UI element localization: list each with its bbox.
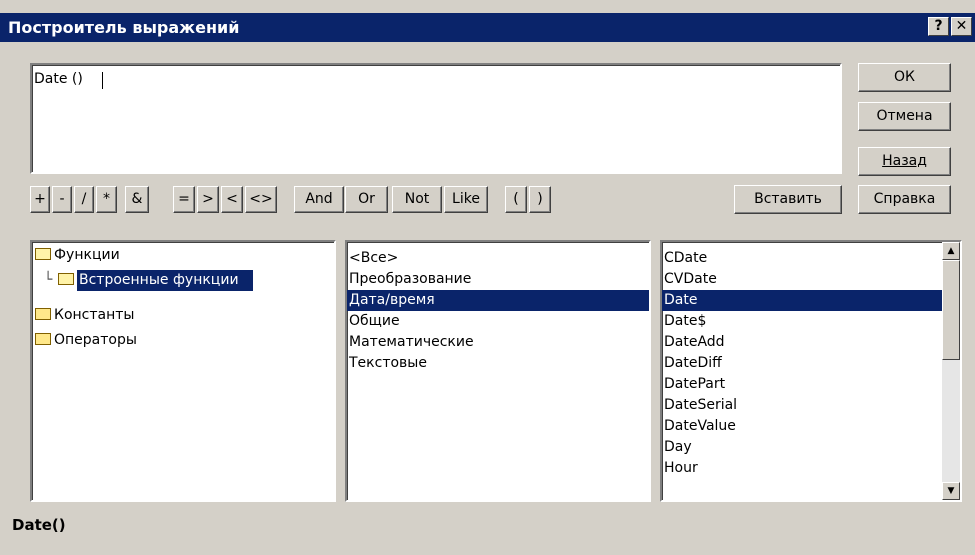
tree-connector: └: [44, 272, 53, 288]
category-item[interactable]: Общие: [347, 311, 649, 332]
folder-icon: [35, 308, 51, 320]
function-list[interactable]: CDate CVDate Date Date$ DateAdd DateDiff…: [660, 240, 962, 502]
category-item[interactable]: Текстовые: [347, 353, 649, 374]
operator-concat-button[interactable]: &: [125, 186, 149, 213]
back-button[interactable]: Назад: [858, 147, 951, 176]
ok-button[interactable]: ОК: [858, 63, 951, 92]
function-item[interactable]: Hour: [662, 458, 942, 479]
operator-not-button[interactable]: Not: [392, 186, 442, 213]
tree-item-builtin-functions[interactable]: Встроенные функции: [58, 270, 253, 291]
category-item[interactable]: <Все>: [347, 248, 649, 269]
folder-tree[interactable]: Функции └ Встроенные функции Константы О…: [30, 240, 336, 502]
operator-and-button[interactable]: And: [294, 186, 344, 213]
scrollbar[interactable]: ▲ ▼: [942, 242, 960, 500]
cancel-button[interactable]: Отмена: [858, 102, 951, 131]
title-bar: Построитель выражений ? ✕: [0, 13, 975, 42]
folder-open-icon: [58, 273, 74, 285]
function-item[interactable]: CDate: [662, 248, 942, 269]
operator-less-button[interactable]: <: [221, 186, 243, 213]
tree-item-functions[interactable]: Функции: [35, 245, 120, 266]
scroll-up-icon[interactable]: ▲: [942, 242, 960, 260]
function-item-selected[interactable]: Date: [662, 290, 942, 311]
operator-plus-button[interactable]: +: [30, 186, 50, 213]
function-item[interactable]: CVDate: [662, 269, 942, 290]
category-item[interactable]: Математические: [347, 332, 649, 353]
help-question-icon[interactable]: ?: [928, 17, 949, 36]
category-item-selected[interactable]: Дата/время: [347, 290, 649, 311]
expression-text[interactable]: Date (): [34, 71, 87, 87]
category-item[interactable]: Преобразование: [347, 269, 649, 290]
function-item[interactable]: Day: [662, 437, 942, 458]
operator-minus-button[interactable]: -: [52, 186, 72, 213]
function-item[interactable]: DateAdd: [662, 332, 942, 353]
scroll-down-icon[interactable]: ▼: [942, 482, 960, 500]
function-item[interactable]: DateValue: [662, 416, 942, 437]
expression-box[interactable]: Date (): [30, 63, 842, 174]
tree-item-operators[interactable]: Операторы: [35, 330, 137, 351]
status-expression: Date(): [12, 516, 66, 534]
text-cursor: [102, 72, 103, 89]
operator-open-paren-button[interactable]: (: [505, 186, 527, 213]
help-button[interactable]: Справка: [858, 185, 951, 214]
tree-item-constants[interactable]: Константы: [35, 305, 134, 326]
folder-icon: [35, 333, 51, 345]
function-item[interactable]: DateSerial: [662, 395, 942, 416]
function-item[interactable]: Date$: [662, 311, 942, 332]
function-item[interactable]: DatePart: [662, 374, 942, 395]
close-icon[interactable]: ✕: [951, 17, 972, 36]
operator-divide-button[interactable]: /: [74, 186, 94, 213]
window-title: Построитель выражений: [8, 18, 240, 37]
insert-button[interactable]: Вставить: [734, 185, 842, 214]
operator-close-paren-button[interactable]: ): [529, 186, 551, 213]
operator-notequal-button[interactable]: <>: [245, 186, 277, 213]
function-item[interactable]: DateDiff: [662, 353, 942, 374]
operator-greater-button[interactable]: >: [197, 186, 219, 213]
category-list[interactable]: <Все> Преобразование Дата/время Общие Ма…: [345, 240, 651, 502]
operator-like-button[interactable]: Like: [444, 186, 488, 213]
scrollbar-thumb[interactable]: [942, 260, 960, 360]
operator-multiply-button[interactable]: *: [96, 186, 117, 213]
folder-open-icon: [35, 248, 51, 260]
operator-or-button[interactable]: Or: [345, 186, 388, 213]
operator-equals-button[interactable]: =: [173, 186, 195, 213]
